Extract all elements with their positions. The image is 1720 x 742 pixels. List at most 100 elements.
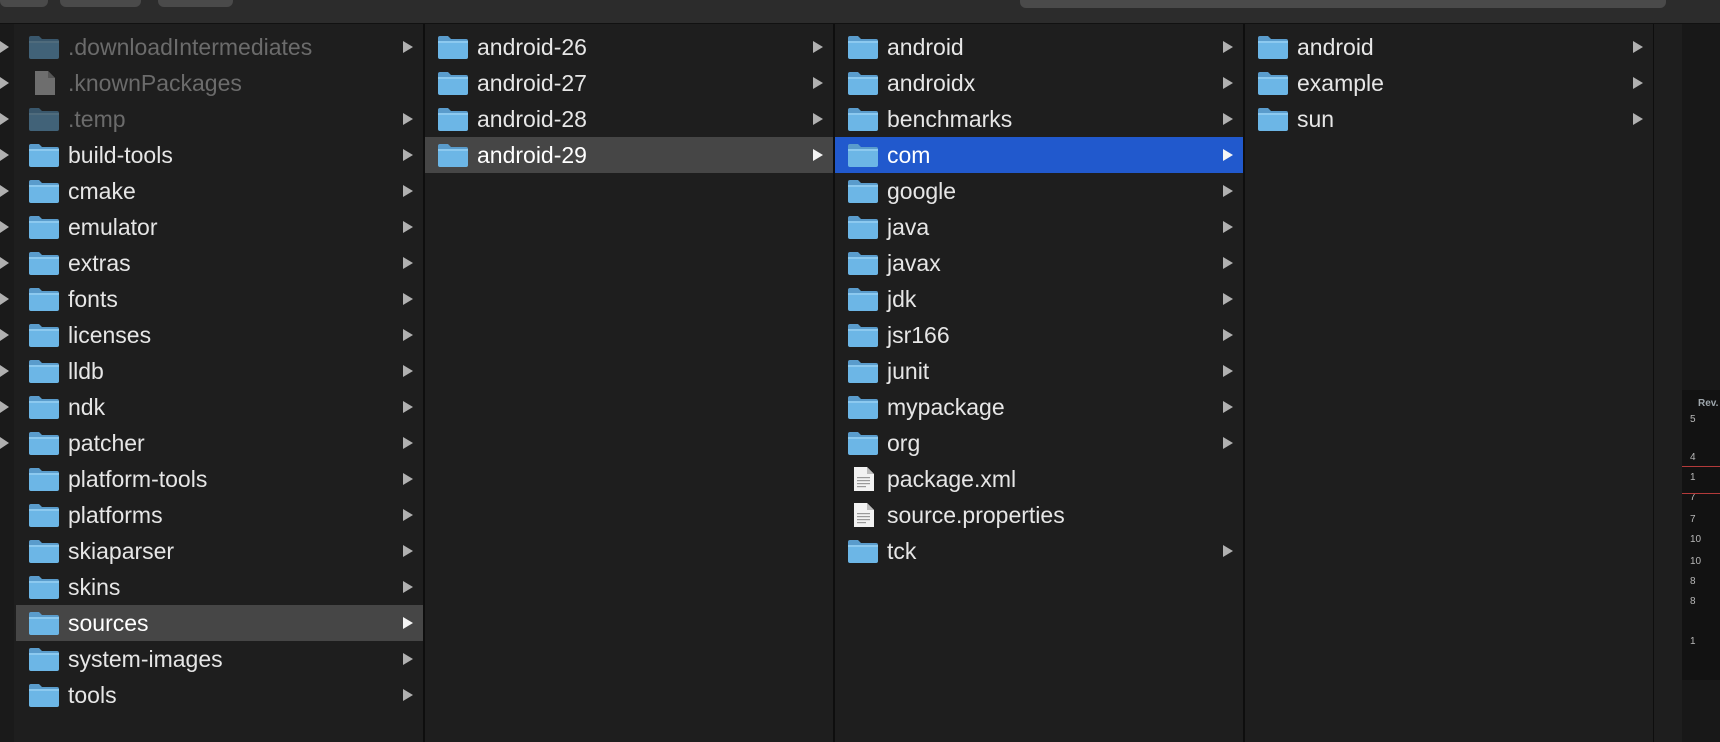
item-label: androidx (887, 70, 976, 96)
list-item-sun[interactable]: sun (1245, 101, 1653, 137)
list-item-java[interactable]: java (835, 209, 1243, 245)
folder-icon (847, 142, 879, 168)
list-item-skiaparser[interactable]: skiaparser (16, 533, 423, 569)
disclosure-arrow-icon (403, 41, 413, 53)
folder-icon (28, 178, 60, 204)
list-item-android-27[interactable]: android-27 (425, 65, 833, 101)
list-item-licenses[interactable]: licenses (16, 317, 423, 353)
list-item-platforms[interactable]: platforms (16, 497, 423, 533)
item-label: emulator (68, 214, 158, 240)
item-label: extras (68, 250, 131, 276)
item-label: fonts (68, 286, 118, 312)
disclosure-arrow-icon (403, 617, 413, 629)
list-item-jsr166[interactable]: jsr166 (835, 317, 1243, 353)
list-item-skins[interactable]: skins (16, 569, 423, 605)
list-item-downloadintermediates[interactable]: .downloadIntermediates (16, 29, 423, 65)
column-com[interactable]: android example sun (1245, 24, 1653, 742)
folder-icon (847, 358, 879, 384)
disclosure-arrow-icon (1223, 329, 1233, 341)
disclosure-arrow-icon (403, 653, 413, 665)
disclosure-arrow-icon (403, 149, 413, 161)
column-sdk[interactable]: .downloadIntermediates .knownPackages .t… (16, 24, 423, 742)
list-item-ndk[interactable]: ndk (16, 389, 423, 425)
list-item-emulator[interactable]: emulator (16, 209, 423, 245)
folder-icon (28, 430, 60, 456)
column-android-29[interactable]: android androidx benchmarks com google j… (835, 24, 1243, 742)
disclosure-arrow-icon (0, 293, 9, 305)
toolbar-button-group[interactable] (158, 0, 233, 7)
item-label: android-29 (477, 142, 587, 168)
toolbar-button-view[interactable] (60, 0, 141, 7)
toolbar-button-back[interactable] (0, 0, 48, 7)
list-item-androidx[interactable]: androidx (835, 65, 1243, 101)
folder-icon (28, 358, 60, 384)
list-item-android-29[interactable]: android-29 (425, 137, 833, 173)
list-item-source-properties[interactable]: source.properties (835, 497, 1243, 533)
list-item-tck[interactable]: tck (835, 533, 1243, 569)
folder-icon (28, 142, 60, 168)
list-item-extras[interactable]: extras (16, 245, 423, 281)
disclosure-arrow-icon (813, 113, 823, 125)
column-scroll-gutter[interactable] (1654, 24, 1682, 742)
list-item-temp[interactable]: .temp (16, 101, 423, 137)
folder-icon (847, 394, 879, 420)
folder-icon (847, 538, 879, 564)
folder-icon (847, 322, 879, 348)
row-highlight-line (1682, 466, 1720, 467)
disclosure-arrow-icon (1223, 257, 1233, 269)
disclosure-arrow-icon (1223, 149, 1233, 161)
folder-icon (28, 502, 60, 528)
rev-value: 1 (1690, 472, 1696, 483)
column-sources[interactable]: android-26 android-27 android-28 android… (425, 24, 833, 742)
disclosure-arrow-icon (403, 689, 413, 701)
list-item-cmake[interactable]: cmake (16, 173, 423, 209)
list-item-mypackage[interactable]: mypackage (835, 389, 1243, 425)
item-label: java (887, 214, 930, 240)
folder-icon (28, 106, 60, 132)
disclosure-arrow-icon (403, 473, 413, 485)
list-item-package-xml[interactable]: package.xml (835, 461, 1243, 497)
list-item-javax[interactable]: javax (835, 245, 1243, 281)
disclosure-arrow-icon (0, 401, 9, 413)
file-icon (28, 70, 60, 96)
disclosure-arrow-icon (403, 329, 413, 341)
disclosure-arrow-icon (0, 113, 9, 125)
list-item-jdk[interactable]: jdk (835, 281, 1243, 317)
list-item-google[interactable]: google (835, 173, 1243, 209)
finder-toolbar (0, 0, 1720, 24)
list-item-junit[interactable]: junit (835, 353, 1243, 389)
folder-icon (28, 646, 60, 672)
list-item-tools[interactable]: tools (16, 677, 423, 713)
list-item-example[interactable]: example (1245, 65, 1653, 101)
list-item-patcher[interactable]: patcher (16, 425, 423, 461)
item-label: junit (887, 358, 930, 384)
disclosure-arrow-icon (0, 77, 9, 89)
folder-icon (437, 142, 469, 168)
folder-icon (1257, 70, 1289, 96)
list-item-lldb[interactable]: lldb (16, 353, 423, 389)
folder-icon (28, 250, 60, 276)
list-item-android-26[interactable]: android-26 (425, 29, 833, 65)
disclosure-arrow-icon (0, 257, 9, 269)
item-label: android-27 (477, 70, 587, 96)
item-label: sources (68, 610, 149, 636)
list-item-benchmarks[interactable]: benchmarks (835, 101, 1243, 137)
item-label: android (887, 34, 964, 60)
list-item-org[interactable]: org (835, 425, 1243, 461)
list-item-sources[interactable]: sources (16, 605, 423, 641)
list-item-com[interactable]: com (835, 137, 1243, 173)
search-field[interactable] (1020, 0, 1666, 8)
list-item-android-28[interactable]: android-28 (425, 101, 833, 137)
list-item-android[interactable]: android (835, 29, 1243, 65)
row-highlight-line (1682, 493, 1720, 494)
list-item-knownpackages[interactable]: .knownPackages (16, 65, 423, 101)
list-item-fonts[interactable]: fonts (16, 281, 423, 317)
list-item-build-tools[interactable]: build-tools (16, 137, 423, 173)
list-item-android[interactable]: android (1245, 29, 1653, 65)
list-item-platform-tools[interactable]: platform-tools (16, 461, 423, 497)
disclosure-arrow-icon (403, 545, 413, 557)
item-label: skins (68, 574, 121, 600)
list-item-system-images[interactable]: system-images (16, 641, 423, 677)
item-label: package.xml (887, 466, 1017, 492)
disclosure-arrow-icon (0, 185, 9, 197)
